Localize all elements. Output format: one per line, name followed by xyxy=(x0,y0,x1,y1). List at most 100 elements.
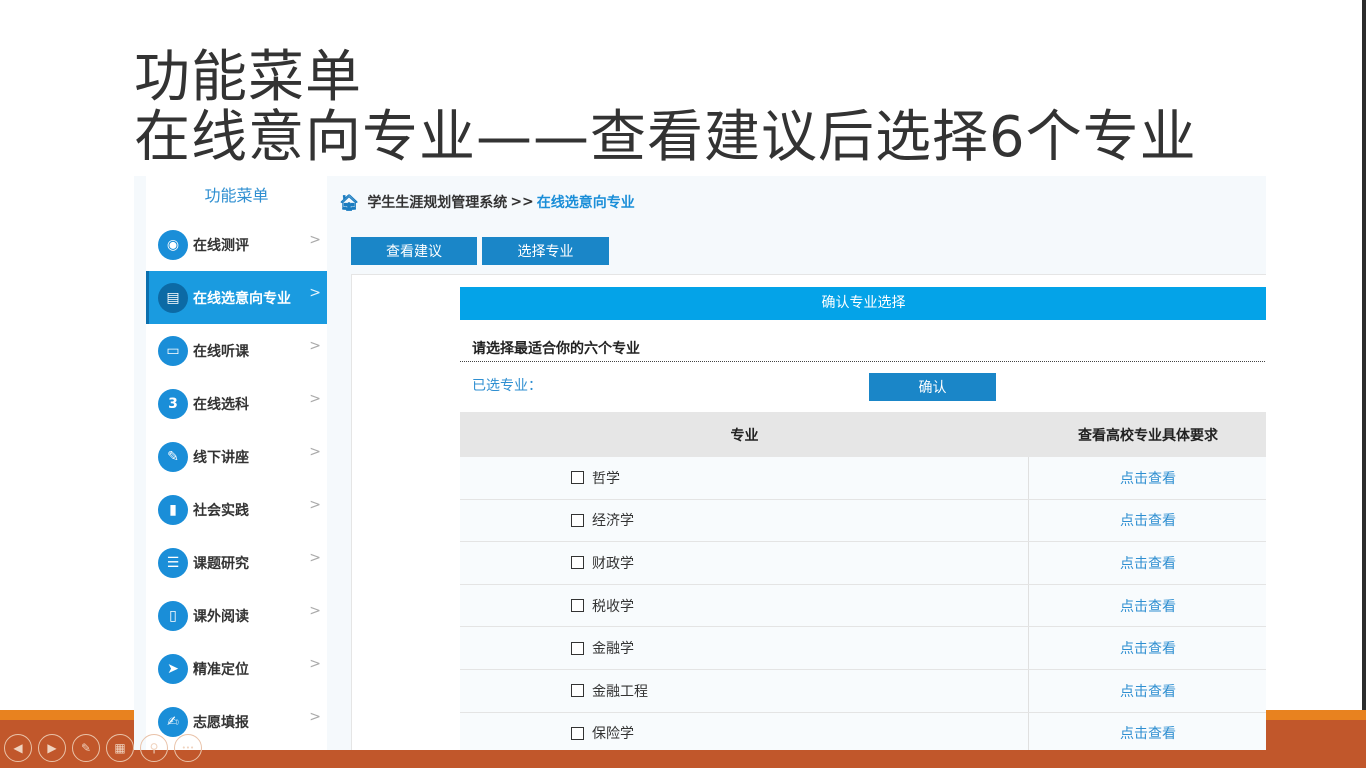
pen-icon[interactable]: ✎ xyxy=(72,734,100,762)
zoom-icon[interactable]: ⚲ xyxy=(140,734,168,762)
main-content: 🏠︎ 学生生涯规划管理系统 >> 在线选意向专业 查看建议 选择专业 确认专业选… xyxy=(327,176,1266,750)
sidebar-item[interactable]: ☰ 课题研究 > xyxy=(146,536,327,589)
document-icon: ▤ xyxy=(158,282,188,313)
view-requirements-link[interactable]: 点击查看 xyxy=(1120,510,1176,530)
chevron-right-icon: > xyxy=(309,550,321,566)
sidebar-item-label: 志愿填报 xyxy=(193,714,249,731)
slide-title: 功能菜单 在线意向专业——查看建议后选择6个专业 xyxy=(134,48,1197,168)
major-checkbox[interactable] xyxy=(571,726,584,740)
slide: 功能菜单 在线意向专业——查看建议后选择6个专业 功能菜单 ◉ 在线测评 > ▤ 在线选… xyxy=(0,0,1366,768)
major-checkbox[interactable] xyxy=(571,599,584,613)
link-cell: 点击查看 xyxy=(1029,627,1266,669)
major-name: 税收学 xyxy=(592,598,634,615)
embedded-screenshot: 功能菜单 ◉ 在线测评 > ▤ 在线选意向专业 > ▭ 在线听课 >3 在线选科 > ✎ 线下讲座 > ▮ 社… xyxy=(134,176,1266,750)
next-icon[interactable]: ▶ xyxy=(38,734,66,762)
sidebar-item-label: 课题研究 xyxy=(193,555,249,572)
major-cell: 财政学 xyxy=(460,542,1029,584)
view-requirements-link[interactable]: 点击查看 xyxy=(1120,638,1176,658)
header-major: 专业 xyxy=(730,427,759,444)
major-cell: 保险学 xyxy=(460,712,1029,750)
table-row: 财政学 点击查看 xyxy=(460,542,1266,585)
table-header: 专业 查看高校专业具体要求 xyxy=(460,412,1266,457)
majors-table: 专业 查看高校专业具体要求 哲学 点击查看 经济学 点击查看 财政学 点击查看 税收学 点击查… xyxy=(460,412,1266,750)
sidebar-item[interactable]: ▯ 课外阅读 > xyxy=(146,589,327,642)
chevron-right-icon: > xyxy=(309,497,321,513)
sidebar-item[interactable]: ◉ 在线测评 > xyxy=(146,218,327,271)
chevron-right-icon: > xyxy=(309,338,321,354)
bookmark-icon: ▮ xyxy=(158,494,188,525)
table-row: 哲学 点击查看 xyxy=(460,457,1266,500)
breadcrumb-system[interactable]: 学生生涯规划管理系统 xyxy=(367,192,507,212)
chevron-right-icon: > xyxy=(309,391,321,407)
major-cell: 经济学 xyxy=(460,499,1029,542)
major-name: 保险学 xyxy=(592,726,634,743)
tab-select-major[interactable]: 选择专业 xyxy=(482,237,609,265)
view-requirements-link[interactable]: 点击查看 xyxy=(1120,681,1176,701)
sidebar-item[interactable]: ▤ 在线选意向专业 > xyxy=(146,271,327,324)
sidebar-item-label: 精准定位 xyxy=(193,661,249,678)
chevron-right-icon: > xyxy=(309,232,321,248)
chevron-right-icon: > xyxy=(309,656,321,672)
previous-icon[interactable]: ◀ xyxy=(4,734,32,762)
major-checkbox[interactable] xyxy=(571,556,584,570)
instruction-text: 请选择最适合你的六个专业 xyxy=(472,341,640,357)
number-three-icon: 3 xyxy=(158,388,188,419)
link-cell: 点击查看 xyxy=(1029,542,1266,584)
sidebar-item[interactable]: ✎ 线下讲座 > xyxy=(146,430,327,483)
major-checkbox[interactable] xyxy=(571,641,584,655)
table-row: 保险学 点击查看 xyxy=(460,712,1266,750)
sidebar-item[interactable]: ▮ 社会实践 > xyxy=(146,483,327,536)
major-name: 哲学 xyxy=(592,470,620,487)
table-row: 经济学 点击查看 xyxy=(460,499,1266,543)
table-row: 税收学 点击查看 xyxy=(460,584,1266,628)
slide-edge xyxy=(1362,0,1366,768)
sidebar-item[interactable]: 3 在线选科 > xyxy=(146,377,327,430)
chevron-right-icon: > xyxy=(309,603,321,619)
sidebar-item-label: 社会实践 xyxy=(193,502,249,519)
view-requirements-link[interactable]: 点击查看 xyxy=(1120,596,1176,616)
major-name: 金融学 xyxy=(592,641,634,658)
slides-icon[interactable]: ▦ xyxy=(106,734,134,762)
edit-form-icon: ✍ xyxy=(158,706,188,737)
link-cell: 点击查看 xyxy=(1029,585,1266,627)
sidebar-item[interactable]: ▭ 在线听课 > xyxy=(146,324,327,377)
breadcrumb: 🏠︎ 学生生涯规划管理系统 >> 在线选意向专业 xyxy=(339,192,635,212)
confirm-button[interactable]: 确认 xyxy=(869,373,996,401)
microphone-icon: ✎ xyxy=(158,441,188,472)
header-requirements: 查看高校专业具体要求 xyxy=(1078,427,1218,444)
home-icon[interactable]: 🏠︎ xyxy=(339,193,359,212)
sidebar-item-label: 线下讲座 xyxy=(193,449,249,466)
chevron-right-icon: > xyxy=(309,285,321,301)
send-icon: ➤ xyxy=(158,653,188,684)
tab-view-suggestion[interactable]: 查看建议 xyxy=(351,237,477,265)
divider xyxy=(460,361,1266,362)
breadcrumb-current: 在线选意向专业 xyxy=(536,195,635,211)
sidebar-item-label: 在线选意向专业 xyxy=(193,290,291,307)
major-cell: 哲学 xyxy=(460,457,1029,499)
table-row: 金融工程 点击查看 xyxy=(460,669,1266,713)
view-requirements-link[interactable]: 点击查看 xyxy=(1120,553,1176,573)
rss-icon: ◉ xyxy=(158,229,188,260)
major-cell: 金融工程 xyxy=(460,669,1029,712)
sidebar-item[interactable]: ➤ 精准定位 > xyxy=(146,642,327,695)
book-icon: ▯ xyxy=(158,600,188,631)
chevron-right-icon: > xyxy=(309,444,321,460)
list-icon: ☰ xyxy=(158,547,188,578)
major-checkbox[interactable] xyxy=(571,471,584,485)
major-checkbox[interactable] xyxy=(571,513,584,527)
slide-title-line2: 在线意向专业——查看建议后选择6个专业 xyxy=(134,105,1197,170)
sidebar-title: 功能菜单 xyxy=(204,186,269,205)
breadcrumb-separator: >> xyxy=(510,194,534,210)
sidebar-item-label: 课外阅读 xyxy=(193,608,249,625)
sidebar-item-label: 在线测评 xyxy=(193,237,249,254)
major-checkbox[interactable] xyxy=(571,684,584,698)
monitor-icon: ▭ xyxy=(158,335,188,366)
sidebar: 功能菜单 ◉ 在线测评 > ▤ 在线选意向专业 > ▭ 在线听课 >3 在线选科 > ✎ 线下讲座 > ▮ 社… xyxy=(146,176,327,750)
major-name: 经济学 xyxy=(592,513,634,530)
player-controls: ◀ ▶ ✎ ▦ ⚲ ••• xyxy=(4,734,202,762)
view-requirements-link[interactable]: 点击查看 xyxy=(1120,468,1176,488)
major-name: 财政学 xyxy=(592,555,634,572)
more-icon[interactable]: ••• xyxy=(174,734,202,762)
link-cell: 点击查看 xyxy=(1029,670,1266,712)
view-requirements-link[interactable]: 点击查看 xyxy=(1120,723,1176,743)
